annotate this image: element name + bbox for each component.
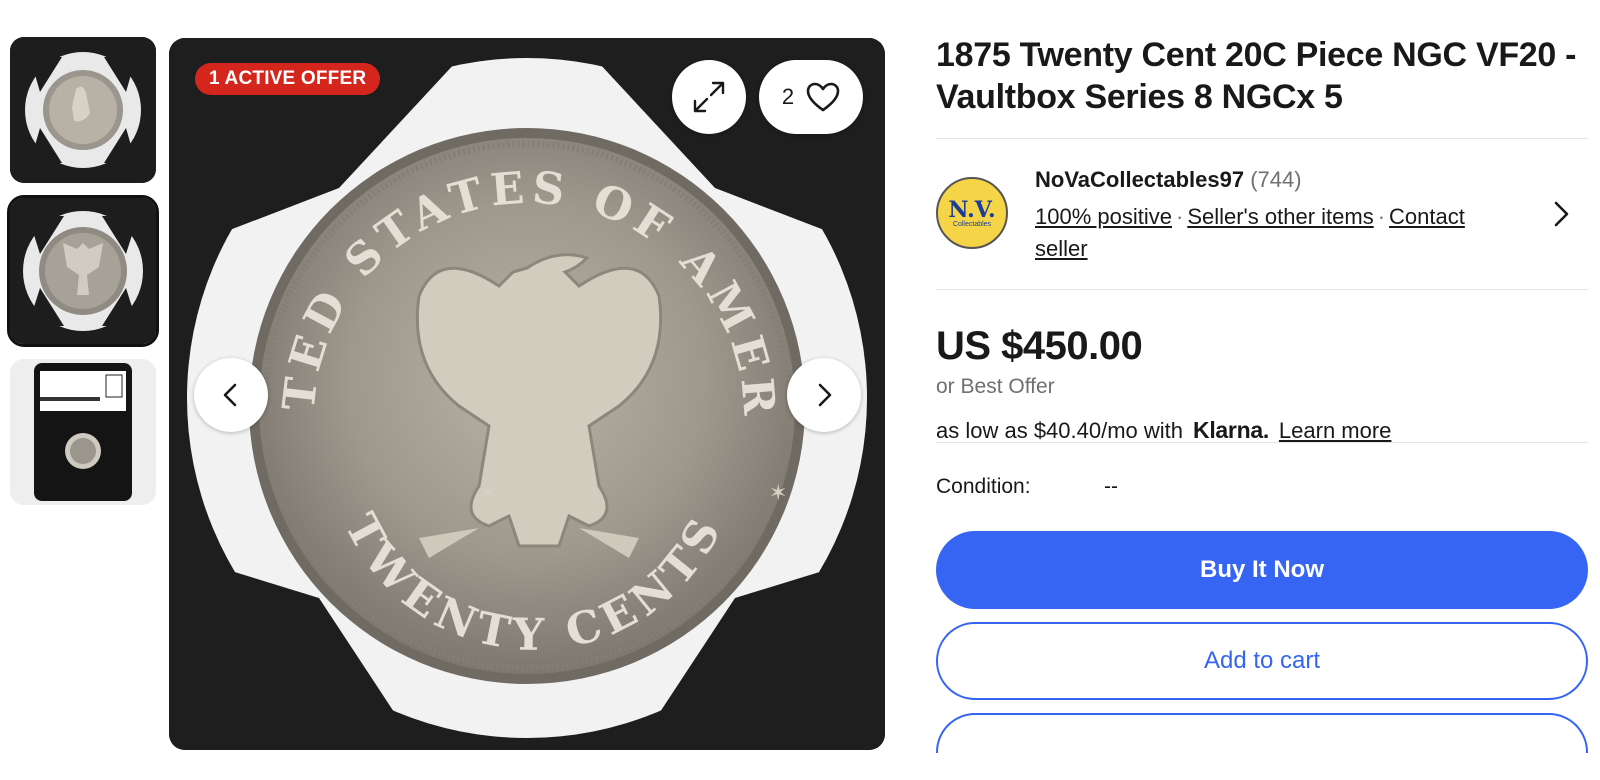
klarna-text: as low as $40.40/mo with <box>936 418 1184 443</box>
heart-icon <box>806 82 840 112</box>
thumbnail-obverse[interactable] <box>10 37 156 183</box>
seller-name[interactable]: NoVaCollectables97 <box>1035 167 1244 192</box>
seller-card[interactable]: N.V. Collectables NoVaCollectables97 (74… <box>936 139 1588 289</box>
condition-value: -- <box>1104 475 1118 498</box>
svg-text:✶: ✶ <box>769 480 787 505</box>
make-offer-button-partial[interactable] <box>936 713 1588 753</box>
watch-count: 2 <box>781 84 795 109</box>
learn-more-link[interactable]: Learn more <box>1279 418 1392 444</box>
add-to-cart-button[interactable]: Add to cart <box>936 622 1588 700</box>
seller-details-chevron[interactable] <box>1548 199 1574 234</box>
chevron-right-icon <box>1554 201 1569 227</box>
condition-row: Condition: -- <box>936 443 1588 501</box>
chevron-right-icon <box>818 383 832 407</box>
expand-icon <box>693 81 725 113</box>
listing-info-panel: 1875 Twenty Cent 20C Piece NGC VF20 - Va… <box>936 34 1588 753</box>
price-section: US $450.00 or Best Offer as low as $40.4… <box>936 290 1588 444</box>
seller-links: 100% positive · Seller's other items · Conta… <box>1035 201 1505 265</box>
thumbnail-reverse[interactable] <box>7 195 159 347</box>
seller-logo-subtext: Collectables <box>952 220 992 228</box>
condition-label: Condition: <box>936 475 1031 498</box>
klarna-logo: Klarna. <box>1193 417 1269 443</box>
klarna-financing: as low as $40.40/mo with Klarna. Learn m… <box>936 417 1588 444</box>
previous-image-button[interactable] <box>194 358 268 432</box>
thumbnail-strip <box>7 37 159 520</box>
thumbnail-slab[interactable] <box>10 359 156 505</box>
seller-other-items-link[interactable]: Seller's other items <box>1187 204 1373 229</box>
seller-positive-link[interactable]: 100% positive <box>1035 204 1172 229</box>
listing-title: 1875 Twenty Cent 20C Piece NGC VF20 - Va… <box>936 36 1577 116</box>
active-offer-badge: 1 ACTIVE OFFER <box>195 63 381 95</box>
buy-it-now-button[interactable]: Buy It Now <box>936 531 1588 609</box>
price: US $450.00 <box>936 324 1143 368</box>
expand-image-button[interactable] <box>672 60 746 134</box>
seller-logo-text: N.V. <box>948 196 996 223</box>
coin-reverse-image: UNITED STATES OF AMERICA TWENTY CENTS ✶ … <box>169 38 885 750</box>
chevron-left-icon <box>223 383 237 407</box>
best-offer-text: or Best Offer <box>936 375 1055 398</box>
seller-name-line: NoVaCollectables97 (744) <box>1035 167 1302 193</box>
seller-avatar[interactable]: N.V. Collectables <box>936 177 1008 249</box>
next-image-button[interactable] <box>787 358 861 432</box>
svg-text:✶: ✶ <box>479 480 497 505</box>
separator-dot: · <box>1377 204 1386 229</box>
seller-feedback-count: (744) <box>1250 167 1302 192</box>
separator-dot: · <box>1175 204 1184 229</box>
main-product-image[interactable]: UNITED STATES OF AMERICA TWENTY CENTS ✶ … <box>169 38 885 750</box>
watch-button[interactable]: 2 <box>759 60 863 134</box>
